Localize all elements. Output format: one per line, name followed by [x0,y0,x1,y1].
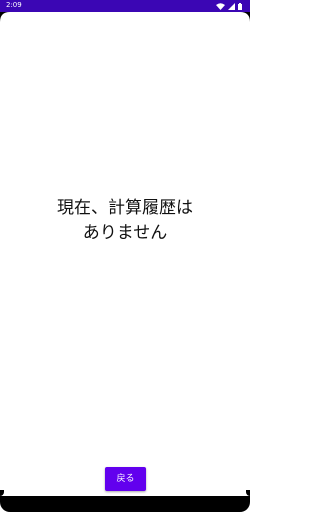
status-time: 2:09 [6,1,22,9]
empty-history-message: 現在、計算履歴は ありません [0,196,250,246]
back-button[interactable]: 戻る [105,467,146,491]
screen-corner [0,12,10,22]
status-bar: 2:09 [0,0,250,12]
history-screen: 2:09 現在、計算履歴は ありません 戻る [0,0,250,512]
screen-corner [240,12,250,22]
wifi-icon [216,2,225,10]
empty-message-line: ありません [82,223,168,243]
battery-icon [238,2,242,10]
empty-message-line: 現在、計算履歴は [57,198,193,218]
navigation-bar [0,496,250,512]
status-icons [216,2,242,10]
signal-icon [228,2,235,10]
